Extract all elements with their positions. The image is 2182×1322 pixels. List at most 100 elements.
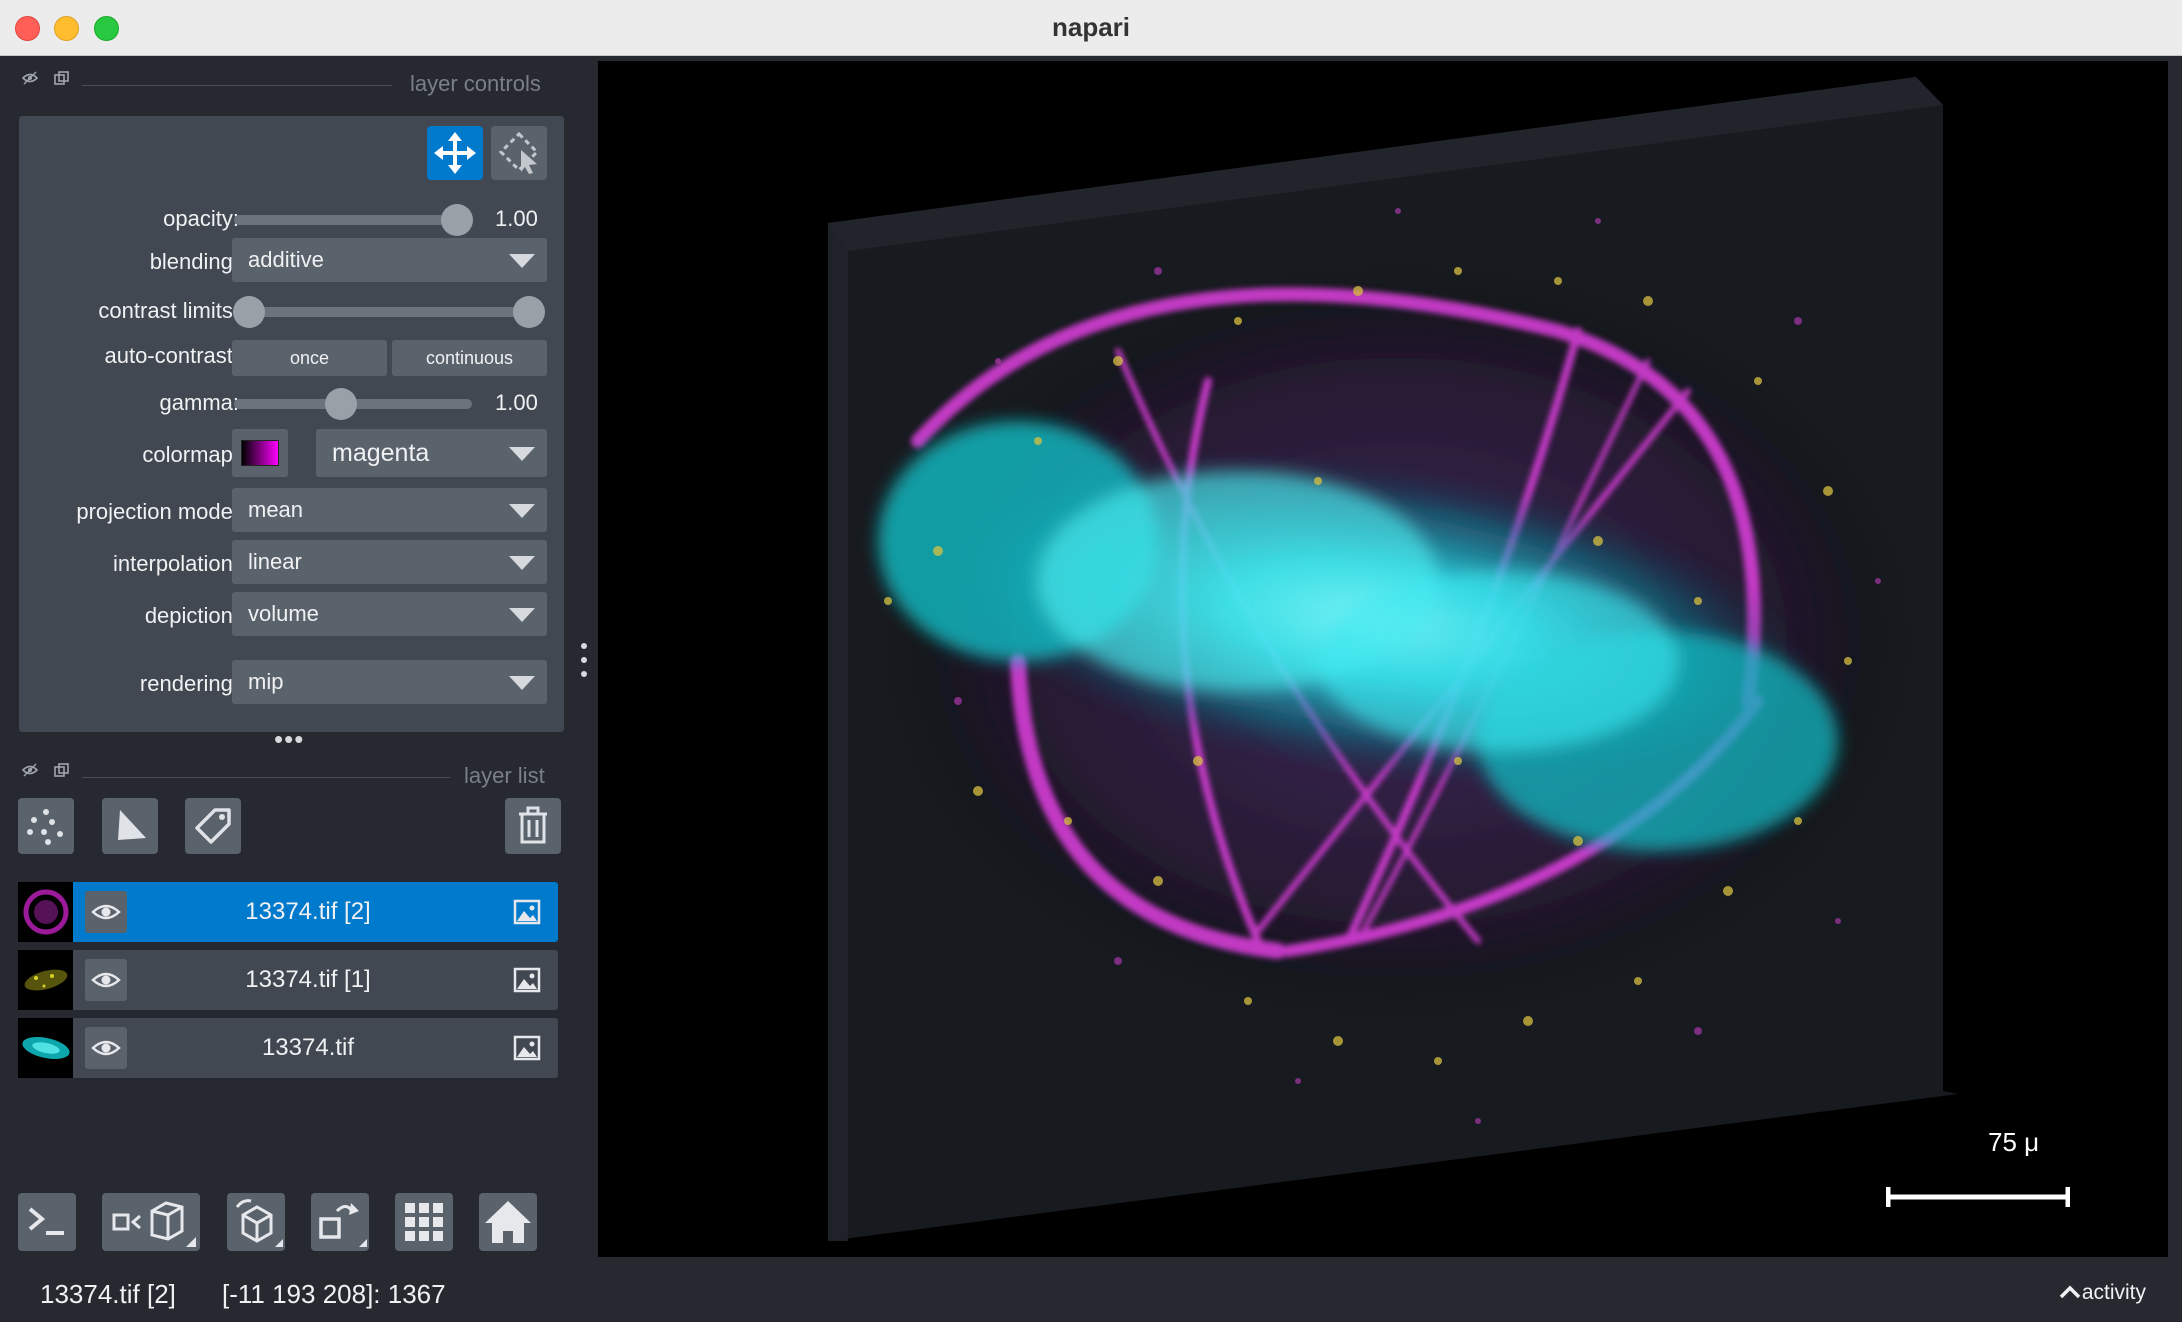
- terminal-icon: [28, 1207, 64, 1235]
- image-layer-icon: [513, 1035, 541, 1061]
- blending-value: additive: [248, 247, 324, 272]
- chevron-down-icon: [509, 676, 535, 690]
- chevron-down-icon: [509, 447, 535, 461]
- title-bar: napari: [0, 0, 2182, 56]
- home-icon: [485, 1201, 531, 1243]
- activity-toggle[interactable]: activity: [2058, 1281, 2146, 1305]
- contrast-min-handle[interactable]: [233, 296, 265, 328]
- opacity-label: opacity:: [163, 206, 239, 231]
- rendering-select[interactable]: mip: [232, 660, 547, 704]
- opacity-value: 1.00: [495, 206, 538, 231]
- eye-icon: [91, 972, 121, 988]
- new-labels-layer-button[interactable]: [185, 798, 241, 854]
- console-button[interactable]: [18, 1193, 76, 1251]
- opacity-slider[interactable]: [234, 215, 472, 225]
- layer-controls-header: layer controls: [0, 65, 570, 96]
- transpose-dimensions-button[interactable]: [311, 1193, 369, 1251]
- dock-resize-handle[interactable]: [579, 640, 589, 687]
- napari-window: napari layer controls opacity: 1.00 blen…: [0, 0, 2182, 1322]
- delete-layer-button[interactable]: [505, 798, 561, 854]
- layer-controls-panel: opacity: 1.00 blending: additive contras…: [19, 116, 564, 732]
- eye-icon: [91, 904, 121, 920]
- header-divider: [82, 85, 392, 86]
- contrast-limits-label: contrast limits:: [98, 298, 239, 323]
- status-layer-name: 13374.tif [2]: [40, 1279, 176, 1309]
- contrast-limits-slider[interactable]: [234, 307, 544, 317]
- opacity-slider-handle[interactable]: [441, 204, 473, 236]
- interpolation-select[interactable]: linear: [232, 540, 547, 584]
- layer-thumbnail: [18, 882, 73, 942]
- colormap-gradient: [241, 440, 279, 466]
- points-icon: [27, 809, 63, 845]
- layer-row-13374-tif[interactable]: 13374.tif: [18, 1018, 558, 1078]
- trash-icon: [519, 806, 547, 844]
- pan-zoom-mode-button[interactable]: [427, 126, 483, 180]
- auto-contrast-continuous-button[interactable]: continuous: [392, 340, 547, 376]
- tag-icon: [195, 808, 231, 844]
- chevron-down-icon: [509, 608, 535, 622]
- layer-list-header: layer list: [0, 757, 570, 788]
- status-coordinates: [-11 193 208]: 1367: [222, 1279, 446, 1309]
- new-shapes-layer-button[interactable]: [102, 798, 158, 854]
- projection-mode-value: mean: [248, 497, 304, 522]
- chevron-down-icon: [509, 254, 535, 268]
- activity-label: activity: [2081, 1281, 2146, 1304]
- image-layer-icon: [513, 967, 541, 993]
- rendering-label: rendering:: [139, 671, 239, 696]
- auto-contrast-once-button[interactable]: once: [232, 340, 387, 376]
- layer-row-13374-tif-2[interactable]: 13374.tif [2]: [18, 882, 558, 942]
- layer-name[interactable]: 13374.tif [2]: [138, 882, 478, 942]
- 2d-3d-toggle-icon: [112, 1201, 196, 1247]
- transpose-icon: [319, 1203, 367, 1247]
- interpolation-label: interpolation:: [113, 551, 239, 576]
- eye-icon: [91, 1040, 121, 1056]
- scale-bar-label: 75 μ: [1988, 1127, 2040, 1157]
- float-panel-icon[interactable]: [22, 71, 38, 85]
- layer-name[interactable]: 13374.tif: [138, 1018, 478, 1078]
- auto-contrast-label: auto-contrast:: [104, 343, 239, 368]
- blending-label: blending:: [149, 249, 239, 274]
- layer-thumbnail: [18, 1018, 73, 1078]
- layer-list-title: layer list: [464, 763, 545, 788]
- ndisplay-toggle-button[interactable]: [102, 1193, 200, 1251]
- move-arrows-icon: [434, 132, 476, 174]
- blending-select[interactable]: additive: [232, 238, 547, 282]
- home-button[interactable]: [479, 1193, 537, 1251]
- chevron-down-icon: [509, 504, 535, 518]
- roll-dimensions-button[interactable]: [227, 1193, 285, 1251]
- layer-name[interactable]: 13374.tif [1]: [138, 950, 478, 1010]
- cube-rotate-icon: [235, 1199, 283, 1247]
- scale-bar: [1886, 1187, 2070, 1207]
- colormap-swatch[interactable]: [232, 429, 288, 477]
- header-divider: [82, 777, 450, 778]
- undock-panel-icon[interactable]: [54, 71, 70, 85]
- interpolation-value: linear: [248, 549, 302, 574]
- volume-render: [828, 77, 1958, 1241]
- dock-splitter-handle[interactable]: •••: [274, 724, 304, 755]
- projection-mode-select[interactable]: mean: [232, 488, 547, 532]
- undock-panel-icon[interactable]: [54, 763, 70, 777]
- float-panel-icon[interactable]: [22, 763, 38, 777]
- layer-row-13374-tif-1[interactable]: 13374.tif [1]: [18, 950, 558, 1010]
- contrast-max-handle[interactable]: [513, 296, 545, 328]
- viewer-canvas[interactable]: 75 μ: [598, 61, 2168, 1257]
- layer-controls-title: layer controls: [410, 71, 541, 96]
- visibility-toggle[interactable]: [85, 1027, 127, 1069]
- visibility-toggle[interactable]: [85, 891, 127, 933]
- grid-view-button[interactable]: [395, 1193, 453, 1251]
- gamma-slider-handle[interactable]: [325, 388, 357, 420]
- depiction-value: volume: [248, 601, 319, 626]
- new-points-layer-button[interactable]: [18, 798, 74, 854]
- gamma-label: gamma:: [159, 390, 239, 415]
- visibility-toggle[interactable]: [85, 959, 127, 1001]
- depiction-label: depiction:: [144, 603, 239, 628]
- chevron-up-icon: [2059, 1285, 2081, 1299]
- depiction-select[interactable]: volume: [232, 592, 547, 636]
- left-dock: layer controls opacity: 1.00 blending: a…: [0, 57, 596, 1257]
- rendering-value: mip: [248, 669, 284, 694]
- gamma-value: 1.00: [495, 390, 538, 415]
- transform-mode-button[interactable]: [491, 126, 547, 180]
- colormap-select[interactable]: magenta: [316, 429, 547, 477]
- select-transform-icon: [498, 131, 540, 174]
- colormap-label: colormap:: [142, 442, 239, 467]
